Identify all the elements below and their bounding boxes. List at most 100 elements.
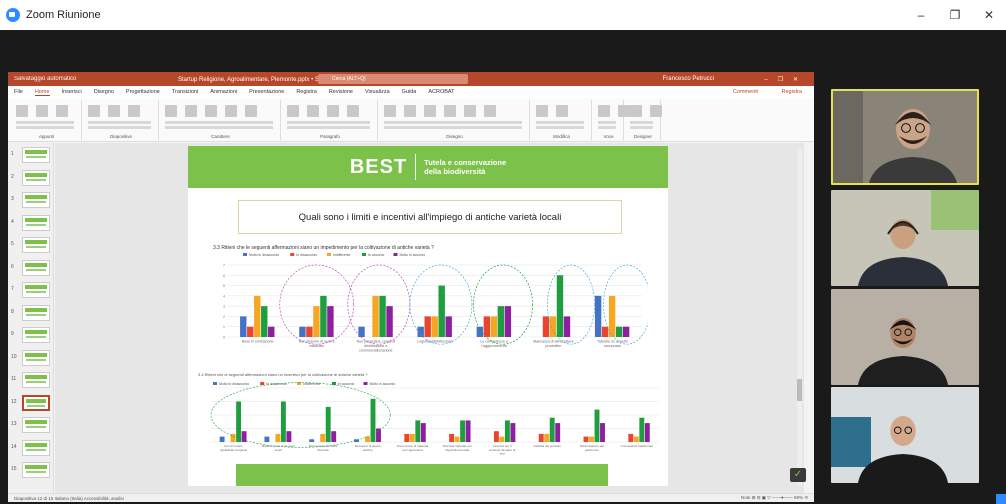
ribbon-tool-icon[interactable] <box>307 105 319 117</box>
ribbon-control[interactable] <box>536 126 584 129</box>
slide-canvas[interactable]: BEST Tutela e conservazione della biodiv… <box>188 146 668 486</box>
ribbon-tool-icon[interactable] <box>88 105 100 117</box>
bar <box>420 423 426 442</box>
slide-thumbnail[interactable] <box>22 462 50 478</box>
ribbon-tab-progettazione[interactable]: Progettazione <box>126 89 160 95</box>
ribbon-tool-icon[interactable] <box>598 105 610 117</box>
ribbon-tab-acrobat[interactable]: ACROBAT <box>428 89 454 95</box>
bar <box>404 433 410 442</box>
category-label: scorporato <box>604 344 621 348</box>
ppt-search-input[interactable]: Cerca (ALT+Q) <box>318 74 468 84</box>
ribbon-tool-icon[interactable] <box>536 105 548 117</box>
ribbon-tool-icon[interactable] <box>444 105 456 117</box>
slide-thumbnail[interactable] <box>22 439 50 456</box>
participant-video-3[interactable] <box>831 289 979 385</box>
slide-thumbnail[interactable] <box>22 214 50 231</box>
ribbon-tool-icon[interactable] <box>384 105 396 117</box>
ribbon-group-disegno: Disegno <box>380 100 530 140</box>
ribbon-control[interactable] <box>16 126 74 129</box>
slide-thumbnail[interactable] <box>22 237 50 253</box>
share-button[interactable]: Registra <box>782 89 802 95</box>
ribbon-tool-icon[interactable] <box>225 105 237 117</box>
ribbon-control[interactable] <box>165 121 273 124</box>
minimize-button[interactable]: – <box>904 0 938 30</box>
ribbon-tool-icon[interactable] <box>424 105 436 117</box>
participant-video-2[interactable] <box>831 190 979 286</box>
autosave-toggle[interactable]: Salvataggio automatico <box>14 76 76 82</box>
ribbon-tool-icon[interactable] <box>327 105 339 117</box>
participant-video-4[interactable] <box>831 387 979 483</box>
ribbon-tab-presentazione[interactable]: Presentazione <box>249 89 284 95</box>
slide-thumbnail[interactable] <box>22 349 50 366</box>
ribbon-tool-icon[interactable] <box>56 105 68 117</box>
ribbon-tab-transizioni[interactable]: Transizioni <box>172 89 198 95</box>
ribbon-control[interactable] <box>287 121 370 124</box>
comments-button[interactable]: Commenti <box>733 89 758 95</box>
ribbon-tool-icon[interactable] <box>185 105 197 117</box>
ribbon-tab-revisione[interactable]: Revisione <box>329 89 353 95</box>
ribbon-tool-icon[interactable] <box>464 105 476 117</box>
ribbon-group-diapositive: Diapositive <box>84 100 159 140</box>
ribbon-tool-icon[interactable] <box>347 105 359 117</box>
ribbon-control[interactable] <box>598 121 616 124</box>
ribbon-tab-inserisci[interactable]: Inserisci <box>62 89 82 95</box>
vertical-scrollbar[interactable] <box>797 149 802 485</box>
ribbon-tab-registra[interactable]: Registra <box>296 89 316 95</box>
ribbon-control[interactable] <box>88 126 151 129</box>
ribbon-tab-guida[interactable]: Guida <box>402 89 417 95</box>
ribbon-control[interactable] <box>165 126 273 129</box>
ribbon-tab-animazioni[interactable]: Animazioni <box>210 89 237 95</box>
slide-thumbnail[interactable] <box>22 417 50 433</box>
status-right[interactable]: Note ⊞ ⊟ ▣ ▽ ——●—— 59% ⟲ <box>741 495 808 501</box>
ribbon-tool-icon[interactable] <box>484 105 496 117</box>
ribbon-control[interactable] <box>598 126 616 129</box>
resize-handle[interactable] <box>996 494 1006 504</box>
ribbon-control[interactable] <box>630 126 653 129</box>
ribbon-tab-file[interactable]: File <box>14 89 23 95</box>
bar <box>327 306 334 337</box>
ribbon-tool-icon[interactable] <box>556 105 568 117</box>
ribbon-tool-icon[interactable] <box>404 105 416 117</box>
ribbon-tool-icon[interactable] <box>287 105 299 117</box>
ribbon-control[interactable] <box>88 121 151 124</box>
ribbon-tool-icon[interactable] <box>245 105 257 117</box>
slide-thumbnail[interactable] <box>22 327 50 343</box>
ribbon-tab-home[interactable]: Home <box>34 89 50 96</box>
ribbon-tab-visualizza[interactable]: Visualizza <box>365 89 390 95</box>
ppt-user-name[interactable]: Francesco Petrucci <box>663 76 714 82</box>
category-label: produttive <box>545 344 561 348</box>
ribbon-tool-icon[interactable] <box>165 105 177 117</box>
ribbon-control[interactable] <box>630 121 653 124</box>
ribbon-tool-icon[interactable] <box>16 105 28 117</box>
slide-thumbnail[interactable] <box>22 394 50 411</box>
close-button[interactable]: ✕ <box>972 0 1006 30</box>
slide-thumbnail[interactable] <box>22 372 50 388</box>
slide-thumbnail[interactable] <box>22 192 50 208</box>
ribbon-tool-icon[interactable] <box>108 105 120 117</box>
slide-thumbnail[interactable] <box>22 304 50 321</box>
ribbon-control[interactable] <box>384 126 522 129</box>
ribbon-tool-icon[interactable] <box>650 105 662 117</box>
slide-thumbnail[interactable] <box>22 282 50 298</box>
y-tick-label: 1 <box>223 325 225 329</box>
slide-thumbnail[interactable] <box>22 147 50 163</box>
participant-video-1[interactable] <box>831 89 979 185</box>
ribbon-control[interactable] <box>536 121 584 124</box>
ribbon-tool-icon[interactable] <box>630 105 642 117</box>
ribbon-tool-icon[interactable] <box>205 105 217 117</box>
ribbon-control[interactable] <box>384 121 522 124</box>
maximize-button[interactable]: ❐ <box>938 0 972 30</box>
slide-thumbnail[interactable] <box>22 169 50 186</box>
ribbon-tool-icon[interactable] <box>36 105 48 117</box>
slide-title[interactable]: Quali sono i limiti e incentivi all'impi… <box>238 200 622 234</box>
ribbon-control[interactable] <box>16 121 74 124</box>
ppt-window-controls[interactable]: –❐✕ <box>764 76 808 83</box>
bar <box>589 436 594 442</box>
ribbon-control[interactable] <box>287 126 370 129</box>
checkmark-icon[interactable]: ✓ <box>790 468 806 482</box>
slide-edit-area: BEST Tutela e conservazione della biodiv… <box>55 143 804 493</box>
ribbon-tab-disegno[interactable]: Disegno <box>94 89 114 95</box>
ribbon-group-appunti: Appunti <box>12 100 82 140</box>
ribbon-tool-icon[interactable] <box>128 105 140 117</box>
slide-thumbnail[interactable] <box>22 259 50 276</box>
